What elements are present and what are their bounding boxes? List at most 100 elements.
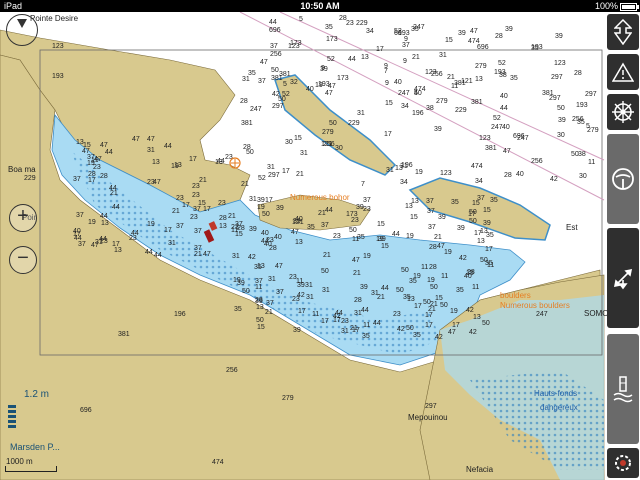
tide-button[interactable] [607, 334, 639, 444]
depth-sounding: 50 [262, 211, 270, 218]
depth-sounding: 21 [434, 234, 442, 241]
height-label: 173 [346, 211, 358, 218]
depth-sounding: 37 [194, 245, 202, 252]
depth-sounding: 9 [403, 58, 407, 65]
depth-sounding: 50 [271, 67, 279, 74]
depth-sounding: 40 [502, 124, 510, 131]
depth-sounding: 11 [312, 311, 319, 318]
depth-sounding: 279 [475, 63, 487, 70]
depth-sounding: 31 [168, 240, 176, 247]
height-label: 256 [226, 367, 238, 374]
depth-sounding: 23 [363, 206, 371, 213]
depth-sounding: 31 [354, 310, 362, 317]
depth-sounding: 13 [256, 304, 264, 311]
depth-sounding: 30 [335, 145, 343, 152]
height-label: 229 [24, 175, 36, 182]
depth-sounding: 42 [550, 176, 558, 183]
depth-sounding: 35 [531, 45, 539, 52]
depth-sounding: 31 [267, 164, 275, 171]
place-boa-ma: Boa ma [8, 165, 36, 174]
depth-sounding: 193 [576, 102, 588, 109]
depth-sounding: 47 [352, 257, 360, 264]
depth-sounding: 44 [335, 310, 343, 317]
depth-sounding: 50 [321, 268, 329, 275]
depth-sounding: 229 [348, 120, 360, 127]
steering-button[interactable] [607, 134, 639, 224]
helm-button[interactable] [607, 94, 639, 130]
depth-sounding: 31 [147, 147, 155, 154]
depth-sounding: 121 [321, 141, 333, 148]
depth-sounding: 52 [327, 56, 335, 63]
depth-sounding: 13 [473, 314, 481, 321]
depth-sounding: 50 [557, 105, 565, 112]
depth-sounding: 42 [272, 91, 280, 98]
depth-sounding: 123 [479, 135, 491, 142]
depth-sounding: 15 [385, 100, 393, 107]
warnings-button[interactable] [607, 54, 639, 90]
depth-sounding: 19 [147, 221, 155, 228]
depth-sounding: 40 [274, 234, 282, 241]
depth-sounding: 23 [351, 217, 359, 224]
depth-sounding: 42 [397, 326, 405, 333]
settings-icon [615, 455, 631, 471]
depth-sounding: 23 [341, 318, 349, 325]
depth-sounding: 7 [361, 181, 365, 188]
depth-sounding: 44 [500, 105, 508, 112]
depth-sounding: 23 [129, 235, 137, 242]
compass-icon[interactable] [6, 14, 38, 46]
depth-sounding: 39 [558, 117, 566, 124]
depth-sounding: 256 [531, 158, 543, 165]
depth-sounding: 21 [172, 208, 180, 215]
depth-sounding: 474 [471, 163, 483, 170]
depth-sounding: 39 [458, 30, 466, 37]
depth-sounding: 39 [505, 26, 513, 33]
depth-sounding: 28 [495, 33, 503, 40]
depth-sounding: 47 [503, 148, 511, 155]
depth-sounding: 17 [384, 131, 392, 138]
note-dangereux: dangereux [540, 403, 578, 412]
place-pointe-desire: Pointe Desire [30, 14, 79, 23]
depth-sounding: 47 [260, 59, 268, 66]
zoom-out-button[interactable]: − [9, 246, 37, 274]
depth-sounding: 39 [249, 226, 257, 233]
depth-sounding: 193 [318, 81, 330, 88]
depth-sounding: 35 [456, 287, 464, 294]
note-hauts-fonds: Hauts-fonds [534, 389, 577, 398]
depth-sounding: 47 [147, 136, 155, 143]
depth-sounding: 381 [279, 71, 291, 78]
depth-sounding: 44 [361, 307, 369, 314]
depth-sounding: 19 [257, 204, 265, 211]
move-button[interactable] [607, 228, 639, 328]
depth-sounding: 50 [440, 302, 448, 309]
depth-sounding: 28 [339, 15, 347, 22]
depth-sounding: 50 [396, 287, 404, 294]
depth-sounding: 37 [73, 176, 81, 183]
depth-sounding: 44 [325, 207, 333, 214]
depth-sounding: 35 [307, 224, 315, 231]
depth-sounding: 47 [82, 148, 90, 155]
nautical-chart[interactable]: 1964731947279279525240279297256352972971… [0, 12, 640, 480]
depth-sounding: 42 [435, 334, 443, 341]
depth-sounding: 11 [421, 264, 428, 271]
depth-sounding: 381 [485, 145, 497, 152]
depth-gauge-icon [8, 405, 16, 433]
depth-sounding: 13 [407, 296, 415, 303]
zoom-in-button[interactable]: + [9, 204, 37, 232]
depth-sounding: 50 [406, 325, 414, 332]
settings-button[interactable] [607, 448, 639, 478]
depth-sounding: 44 [145, 249, 153, 256]
depth-sounding: 34 [366, 28, 374, 35]
depth-sounding: 13 [101, 220, 109, 227]
depth-sounding: 39 [438, 214, 446, 221]
height-label: 121 [292, 219, 304, 226]
depth-sounding: 15 [466, 270, 474, 277]
depth-sounding: 21 [296, 171, 304, 178]
hazard-marker[interactable] [229, 157, 241, 169]
depth-sounding: 381 [471, 99, 483, 106]
depth-sounding: 123 [554, 60, 566, 67]
depth-sounding: 13 [114, 247, 122, 254]
depth-sounding: 23 [346, 20, 354, 27]
depth-sounding: 47 [132, 136, 140, 143]
depth-sounding: 39 [434, 126, 442, 133]
route-button[interactable] [607, 14, 639, 50]
